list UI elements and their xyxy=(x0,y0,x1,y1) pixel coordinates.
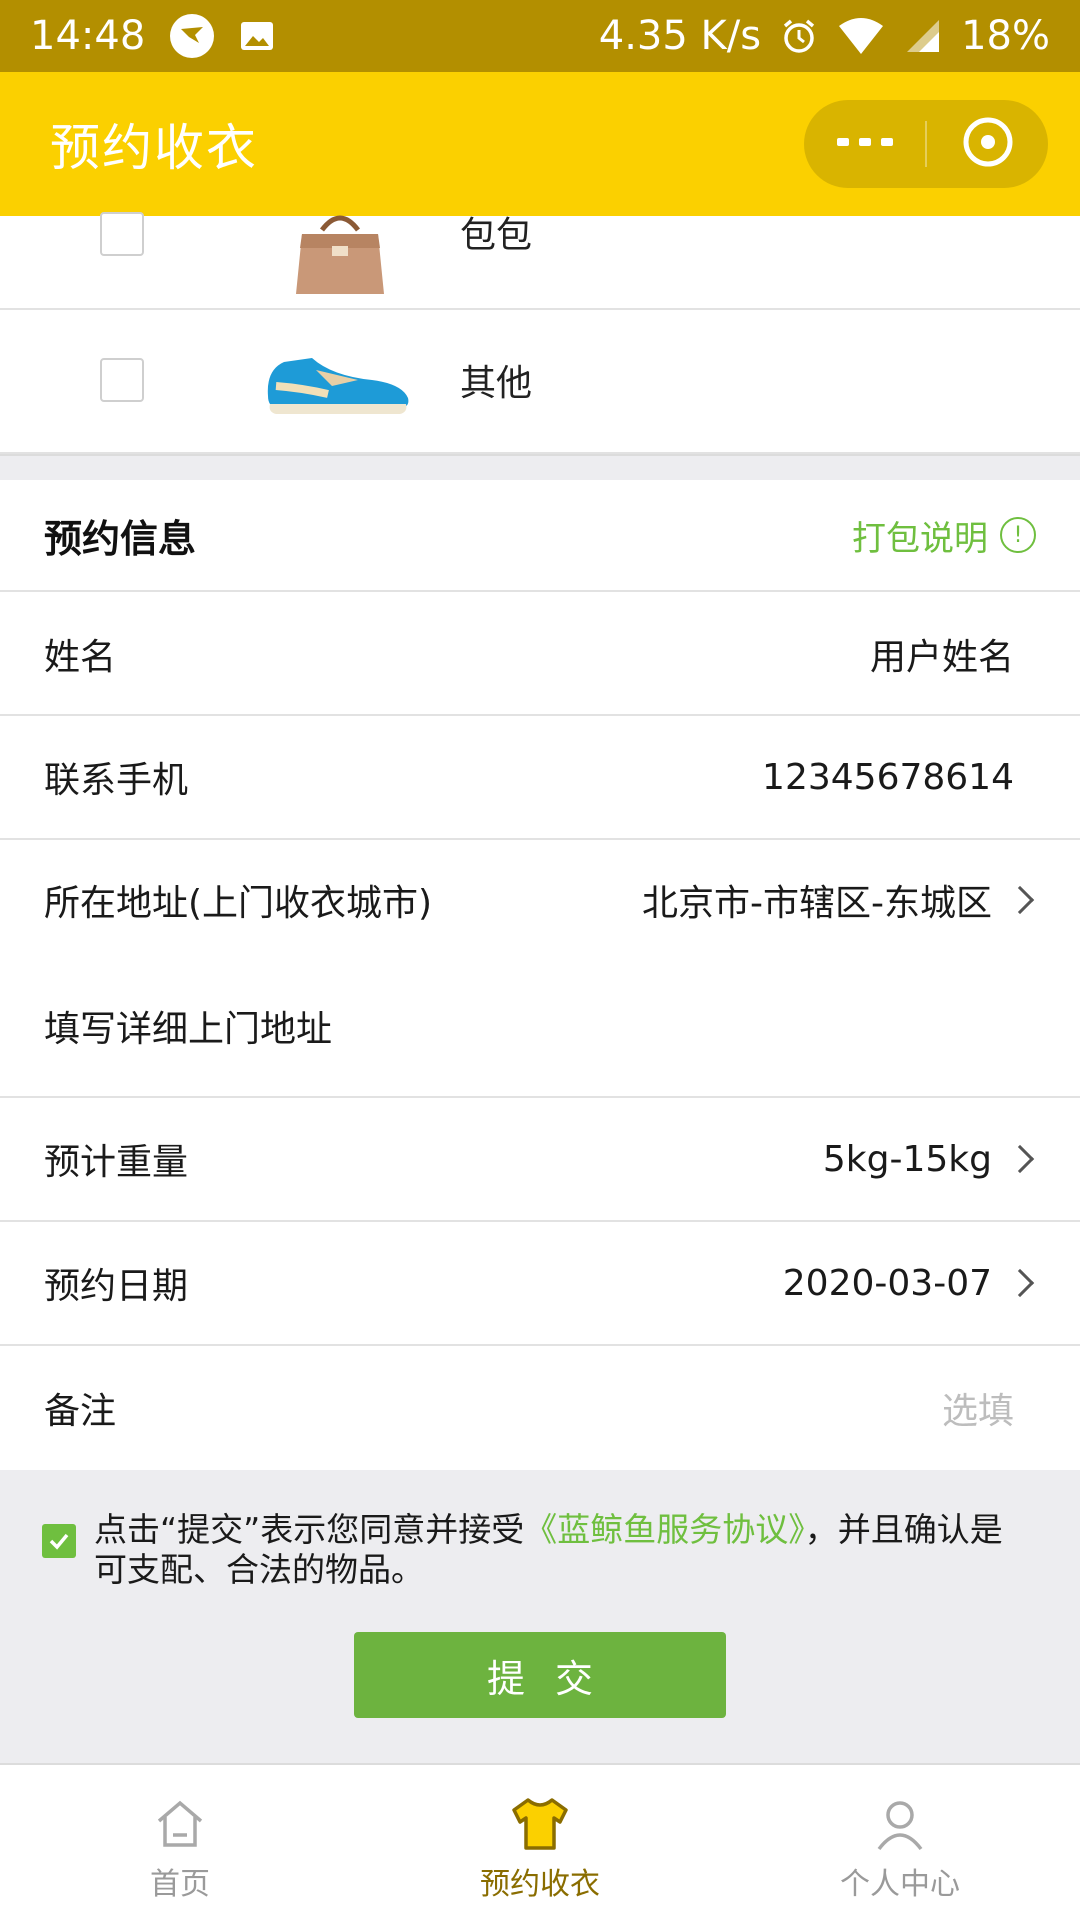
more-button[interactable] xyxy=(804,100,925,188)
address-label: 所在地址(上门收衣城市) xyxy=(44,883,433,924)
packing-instructions-label: 打包说明 xyxy=(852,518,988,559)
chevron-right-icon xyxy=(1005,1268,1035,1298)
address-value: 北京市-市辖区-东城区 xyxy=(642,883,992,924)
more-dots-icon xyxy=(835,134,895,154)
phone-field[interactable]: 12345678614 xyxy=(762,757,1036,798)
other-checkbox[interactable] xyxy=(100,358,144,402)
close-circle-icon xyxy=(960,114,1016,174)
name-row[interactable]: 姓名 用户姓名 xyxy=(0,594,1080,716)
section-gap xyxy=(0,454,1080,480)
handbag-image xyxy=(292,212,388,302)
check-icon xyxy=(49,1533,69,1550)
signal-icon xyxy=(903,16,943,56)
date-value: 2020-03-07 xyxy=(782,1262,992,1304)
chevron-right-icon xyxy=(1005,1144,1035,1174)
name-field[interactable]: 用户姓名 xyxy=(870,628,1036,680)
note-input[interactable]: 选填 xyxy=(942,1382,1036,1434)
address-row[interactable]: 所在地址(上门收衣城市) 北京市-市辖区-东城区 xyxy=(0,840,1080,960)
shirt-icon xyxy=(510,1795,570,1853)
agreement-text: 点击“提交”表示您同意并接受《蓝鲸鱼服务协议》，并且确认是可支配、合法的物品。 xyxy=(94,1510,1022,1590)
page-title: 预约收衣 xyxy=(50,119,258,177)
tab-home-label: 首页 xyxy=(150,1867,210,1902)
category-row-other[interactable]: 其他 xyxy=(0,310,1080,454)
home-icon xyxy=(153,1795,207,1853)
submit-button[interactable]: 提交 xyxy=(354,1632,726,1718)
category-row-bag[interactable]: 包包 xyxy=(0,212,1080,310)
weight-value: 5kg-15kg xyxy=(822,1138,992,1180)
alarm-icon xyxy=(779,16,819,56)
detail-address-input[interactable]: 填写详细上门地址 xyxy=(44,1000,332,1052)
weight-selector[interactable]: 5kg-15kg xyxy=(823,1139,1036,1180)
close-button[interactable] xyxy=(927,100,1048,188)
category-label-bag: 包包 xyxy=(460,215,533,256)
section-title: 预约信息 xyxy=(44,516,197,561)
agreement-checkbox[interactable] xyxy=(42,1524,76,1558)
agreement: 点击“提交”表示您同意并接受《蓝鲸鱼服务协议》，并且确认是可支配、合法的物品。 xyxy=(42,1510,1022,1590)
note-label: 备注 xyxy=(44,1391,117,1432)
phone-row[interactable]: 联系手机 12345678614 xyxy=(0,716,1080,840)
phone-label: 联系手机 xyxy=(44,760,189,801)
bag-checkbox[interactable] xyxy=(100,212,144,256)
booking-info-header: 预约信息 打包说明 ! xyxy=(0,480,1080,592)
mini-program-capsule xyxy=(804,100,1048,188)
detail-address-row[interactable]: 填写详细上门地址 xyxy=(0,960,1080,1098)
date-selector[interactable]: 2020-03-07 xyxy=(783,1263,1036,1304)
name-label: 姓名 xyxy=(44,637,117,678)
weight-row[interactable]: 预计重量 5kg-15kg xyxy=(0,1098,1080,1222)
tab-profile-label: 个人中心 xyxy=(840,1867,960,1902)
note-row[interactable]: 备注 选填 xyxy=(0,1346,1080,1470)
tab-booking-label: 预约收衣 xyxy=(480,1867,600,1902)
agreement-area: 点击“提交”表示您同意并接受《蓝鲸鱼服务协议》，并且确认是可支配、合法的物品。 … xyxy=(0,1470,1080,1765)
sneaker-image xyxy=(262,346,412,420)
category-label-other: 其他 xyxy=(460,363,533,404)
tab-home[interactable]: 首页 xyxy=(0,1765,360,1920)
user-icon xyxy=(873,1795,927,1853)
date-row[interactable]: 预约日期 2020-03-07 xyxy=(0,1222,1080,1346)
tab-profile[interactable]: 个人中心 xyxy=(720,1765,1080,1920)
service-agreement-link[interactable]: 《蓝鲸鱼服务协议》 xyxy=(524,1510,805,1549)
address-selector[interactable]: 北京市-市辖区-东城区 xyxy=(642,874,1036,926)
agreement-prefix: 点击“提交”表示您同意并接受 xyxy=(94,1510,525,1549)
image-icon xyxy=(239,18,275,54)
bird-app-icon xyxy=(169,13,215,59)
chevron-right-icon xyxy=(1005,885,1035,915)
status-bar: 14:48 4.35 K/s 18% xyxy=(0,0,1080,72)
date-label: 预约日期 xyxy=(44,1266,189,1307)
tab-booking[interactable]: 预约收衣 xyxy=(360,1765,720,1920)
tab-bar: 首页 预约收衣 个人中心 xyxy=(0,1765,1080,1920)
battery-level: 18% xyxy=(961,13,1050,59)
weight-label: 预计重量 xyxy=(44,1142,189,1183)
status-time: 14:48 xyxy=(30,13,146,59)
title-bar: 预约收衣 xyxy=(0,72,1080,216)
network-speed: 4.35 K/s xyxy=(598,13,762,59)
wifi-icon xyxy=(837,16,885,56)
info-icon: ! xyxy=(1000,517,1036,553)
packing-instructions-link[interactable]: 打包说明 ! xyxy=(852,511,1036,560)
